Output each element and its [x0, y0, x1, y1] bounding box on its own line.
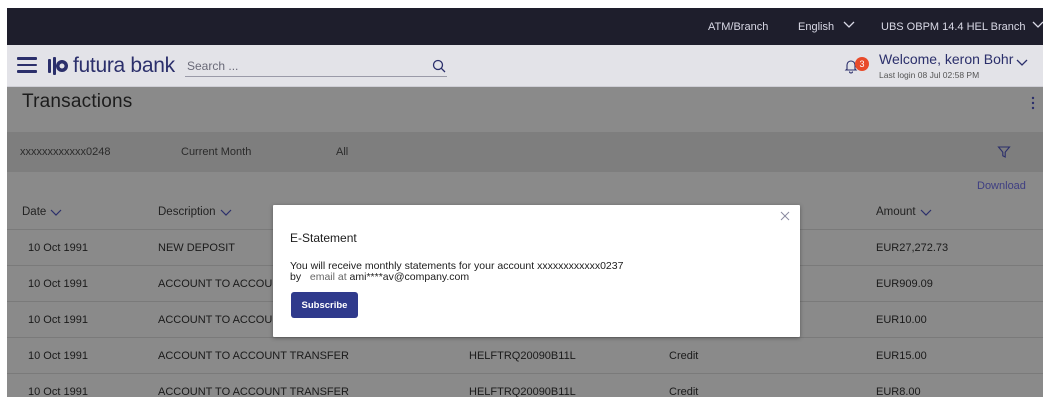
notification-badge[interactable]: 3 — [855, 57, 869, 71]
close-icon[interactable] — [780, 211, 790, 221]
message-email-line: by email at ami****av@company.com — [290, 272, 623, 283]
amount-cell: EUR909.09 — [876, 278, 933, 290]
description-column-header[interactable]: Description — [158, 206, 232, 218]
description-cell: ACCOUNT TO ACCOU — [158, 278, 273, 290]
date-cell: 10 Oct 1991 — [28, 278, 88, 290]
atm-branch-link[interactable]: ATM/Branch — [708, 21, 768, 33]
reference-cell: HELFTRQ20090B11L — [469, 386, 576, 397]
amount-cell: EUR15.00 — [876, 350, 927, 362]
chevron-down-icon[interactable] — [220, 207, 232, 217]
type-filter[interactable]: All — [336, 146, 348, 158]
subscribe-button[interactable]: Subscribe — [291, 292, 358, 318]
chevron-down-icon[interactable] — [50, 207, 62, 217]
date-cell: 10 Oct 1991 — [28, 314, 88, 326]
bank-logo-icon — [48, 57, 68, 75]
description-cell: NEW DEPOSIT — [158, 242, 236, 254]
message-email-prefix: email at — [309, 271, 347, 283]
description-cell: ACCOUNT TO ACCOUNT TRANSFER — [158, 386, 349, 397]
menu-icon[interactable] — [17, 57, 37, 73]
app-frame: ATM/Branch English UBS OBPM 14.4 HEL Bra… — [7, 8, 1043, 397]
page-title: Transactions — [22, 91, 133, 112]
type-cell: Credit — [669, 350, 699, 362]
chevron-down-icon[interactable] — [920, 207, 932, 217]
filter-icon[interactable] — [997, 145, 1011, 159]
message-email: ami****av@company.com — [349, 271, 470, 283]
date-column-header[interactable]: Date — [22, 206, 62, 218]
date-cell: 10 Oct 1991 — [28, 242, 88, 254]
description-cell: ACCOUNT TO ACCOU — [158, 314, 273, 326]
chevron-down-icon[interactable] — [1031, 17, 1043, 31]
page-title-bar: Transactions — [7, 87, 1043, 123]
download-link[interactable]: Download — [977, 180, 1026, 192]
top-utility-bar: ATM/Branch English UBS OBPM 14.4 HEL Bra… — [7, 8, 1043, 45]
welcome-text[interactable]: Welcome, keron Bohr — [879, 51, 1013, 67]
amount-cell: EUR8.00 — [876, 386, 921, 397]
amount-cell: EUR27,272.73 — [876, 242, 949, 254]
last-login-text: Last login 08 Jul 02:58 PM — [879, 70, 980, 80]
description-cell: ACCOUNT TO ACCOUNT TRANSFER — [158, 350, 349, 362]
amount-cell: EUR10.00 — [876, 314, 927, 326]
branch-selector[interactable]: UBS OBPM 14.4 HEL Branch — [881, 21, 1026, 33]
more-options-icon[interactable] — [1031, 96, 1035, 110]
modal-title: E-Statement — [290, 231, 357, 245]
search-icon[interactable] — [432, 59, 446, 73]
date-cell: 10 Oct 1991 — [28, 350, 88, 362]
account-filter[interactable]: xxxxxxxxxxxx0248 — [20, 146, 110, 158]
e-statement-modal: E-Statement You will receive monthly sta… — [273, 205, 800, 337]
modal-message: You will receive monthly statements for … — [290, 261, 623, 283]
search-input[interactable] — [185, 55, 447, 77]
amount-column-header[interactable]: Amount — [876, 206, 932, 218]
message-by: by — [290, 271, 302, 283]
language-selector[interactable]: English — [798, 21, 834, 33]
table-row[interactable]: 10 Oct 1991 ACCOUNT TO ACCOUNT TRANSFER … — [7, 374, 1043, 397]
app-header: futura bank 3 Welcome, keron Bohr Last l… — [7, 45, 1043, 87]
chevron-down-icon[interactable] — [842, 17, 856, 31]
type-cell: Credit — [669, 386, 699, 397]
period-filter[interactable]: Current Month — [181, 146, 251, 158]
chevron-down-icon[interactable] — [1015, 55, 1029, 69]
table-row[interactable]: 10 Oct 1991 ACCOUNT TO ACCOUNT TRANSFER … — [7, 338, 1043, 374]
filter-bar: xxxxxxxxxxxx0248 Current Month All — [7, 132, 1043, 172]
date-cell: 10 Oct 1991 — [28, 386, 88, 397]
reference-cell: HELFTRQ20090B11L — [469, 350, 576, 362]
bank-logo-text: futura bank — [73, 54, 175, 77]
